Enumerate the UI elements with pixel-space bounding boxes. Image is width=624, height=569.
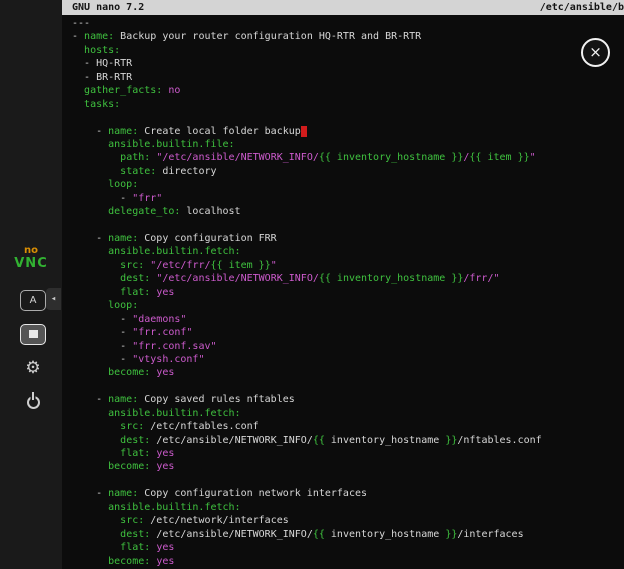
code-line: - HQ-RTR [72, 57, 624, 70]
code-line: --- [72, 17, 624, 30]
code-line: dest: "/etc/ansible/NETWORK_INFO/{{ inve… [72, 272, 624, 285]
code-line: tasks: [72, 98, 624, 111]
vnc-viewer: no VNC ◂ A ⚙ GNU nano 7.2 /etc/ansible/b… [0, 0, 624, 569]
code-line: ansible.builtin.file: [72, 138, 624, 151]
close-button[interactable]: × [581, 38, 610, 67]
code-line: become: yes [72, 366, 624, 379]
code-line: ansible.builtin.fetch: [72, 501, 624, 514]
code-line: src: /etc/network/interfaces [72, 514, 624, 527]
code-line: - BR-RTR [72, 71, 624, 84]
code-line: - name: Create local folder backup [72, 125, 624, 138]
extra-keys-icon: A [20, 290, 46, 311]
nano-titlebar: GNU nano 7.2 /etc/ansible/b [62, 0, 624, 15]
code-line: gather_facts: no [72, 84, 624, 97]
code-line: hosts: [72, 44, 624, 57]
code-line: flat: yes [72, 286, 624, 299]
code-line: path: "/etc/ansible/NETWORK_INFO/{{ inve… [72, 151, 624, 164]
code-line: delegate_to: localhost [72, 205, 624, 218]
code-line: become: yes [72, 555, 624, 568]
code-line: dest: /etc/ansible/NETWORK_INFO/{{ inven… [72, 528, 624, 541]
code-line: - "frr.conf.sav" [72, 340, 624, 353]
code-line: - name: Copy configuration network inter… [72, 487, 624, 500]
code-line [72, 111, 624, 124]
code-line: - name: Copy saved rules nftables [72, 393, 624, 406]
code-line: flat: yes [72, 541, 624, 554]
text-cursor [301, 126, 307, 137]
code-line: src: "/etc/frr/{{ item }}" [72, 259, 624, 272]
power-icon [27, 396, 40, 409]
code-line: src: /etc/nftables.conf [72, 420, 624, 433]
close-icon: × [589, 43, 602, 61]
chevron-left-icon: ◂ [51, 294, 56, 304]
code-line: loop: [72, 299, 624, 312]
code-line: loop: [72, 178, 624, 191]
code-line: flat: yes [72, 447, 624, 460]
code-line: - "vtysh.conf" [72, 353, 624, 366]
code-line: - "frr.conf" [72, 326, 624, 339]
control-bar-handle[interactable]: ◂ [46, 288, 61, 310]
settings-button[interactable]: ⚙ [18, 356, 48, 380]
disconnect-button[interactable] [18, 390, 48, 414]
fullscreen-button[interactable] [18, 322, 48, 346]
code-line: ansible.builtin.fetch: [72, 407, 624, 420]
nano-editor[interactable]: ---- name: Backup your router configurat… [62, 15, 624, 568]
code-line: state: directory [72, 165, 624, 178]
code-line [72, 474, 624, 487]
vnc-control-bar: no VNC ◂ A ⚙ [0, 0, 62, 569]
terminal[interactable]: GNU nano 7.2 /etc/ansible/b ---- name: B… [62, 0, 624, 569]
code-line: - name: Backup your router configuration… [72, 30, 624, 43]
fullscreen-icon [20, 324, 46, 345]
code-line: - "daemons" [72, 313, 624, 326]
nano-app-title: GNU nano 7.2 [72, 0, 144, 15]
code-line: dest: /etc/ansible/NETWORK_INFO/{{ inven… [72, 434, 624, 447]
extra-keys-button[interactable]: A [18, 288, 48, 312]
code-line: become: yes [72, 460, 624, 473]
gear-icon: ⚙ [25, 360, 40, 377]
code-line: - name: Copy configuration FRR [72, 232, 624, 245]
code-line [72, 380, 624, 393]
novnc-logo-top: no [0, 246, 62, 257]
novnc-logo: no VNC [0, 246, 62, 270]
nano-file-path: /etc/ansible/b [540, 0, 624, 15]
code-line [72, 219, 624, 232]
code-line: ansible.builtin.fetch: [72, 245, 624, 258]
novnc-logo-bottom: VNC [0, 257, 62, 271]
code-line: - "frr" [72, 192, 624, 205]
